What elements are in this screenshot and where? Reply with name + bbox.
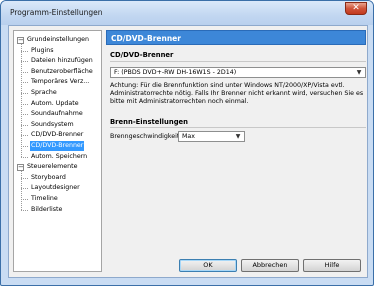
tree-connector	[21, 199, 28, 200]
tree-connector	[21, 82, 28, 84]
tree-connector	[21, 156, 28, 158]
burn-speed-value: Max	[182, 133, 196, 140]
tree-group[interactable]: Steuerelemente	[26, 162, 79, 172]
tree-item-label: Autom. Speichern	[31, 152, 88, 160]
tree-item[interactable]: CD/DVD-Brenner	[30, 130, 84, 140]
help-button[interactable]: Hilfe	[303, 259, 361, 272]
tree-item[interactable]: Layoutdesigner	[30, 183, 81, 193]
chevron-down-icon: ▼	[356, 69, 362, 76]
close-button[interactable]: ✕	[345, 2, 367, 15]
tree-item[interactable]: Autom. Speichern	[30, 152, 88, 162]
tree-connector	[21, 146, 28, 147]
tree-connector	[21, 50, 28, 52]
settings-tree[interactable]: − Grundeinstellungen Plugins Dateien hinzuf…	[13, 30, 102, 272]
tree-connector	[21, 44, 22, 157]
tree-item[interactable]: Timeline	[30, 194, 59, 204]
settings-window: Programm-Einstellungen ✕ − Grundeinstellu…	[0, 0, 374, 286]
tree-connector	[21, 135, 28, 137]
tree-connector	[21, 171, 22, 210]
tree-item-label: Storyboard	[31, 173, 66, 181]
help-button-label: Hilfe	[324, 261, 340, 269]
tree-connector	[21, 114, 28, 116]
tree-item-label: Autom. Update	[31, 99, 79, 107]
burner-device-value: F: (PBDS DVD+-RW DH-16W1S - 2D14)	[114, 69, 237, 76]
tree-item[interactable]: Soundsystem	[30, 120, 75, 130]
tree-item-label: Soundaufnahme	[31, 110, 83, 118]
tree-group-label: Grundeinstellungen	[27, 36, 90, 43]
tree-item-label: CD/DVD-Brenner	[30, 141, 85, 151]
tree-item-label: CD/DVD-Brenner	[31, 131, 84, 139]
tree-item[interactable]: Autom. Update	[30, 99, 80, 109]
title-bar[interactable]: Programm-Einstellungen ✕	[1, 1, 373, 25]
chevron-down-icon: ▼	[235, 133, 241, 140]
tree-item-label: Benutzeroberfläche	[31, 67, 93, 75]
tree-connector	[21, 71, 28, 73]
tree-item-label: Temporäres Verz...	[31, 78, 90, 86]
tree-group[interactable]: Grundeinstellungen	[26, 35, 90, 45]
tree-item[interactable]: Soundaufnahme	[30, 109, 84, 119]
tree-item[interactable]: Storyboard	[30, 173, 67, 183]
tree-connector	[21, 103, 28, 105]
cancel-button[interactable]: Abbrechen	[241, 259, 299, 272]
tree-item[interactable]: Temporäres Verz...	[30, 77, 90, 87]
tree-item[interactable]: Plugins	[30, 46, 55, 56]
tree-item-label: Timeline	[31, 195, 58, 202]
settings-panel: CD/DVD-Brenner CD/DVD-Brenner F: (PBDS D…	[106, 30, 366, 255]
cancel-button-label: Abbrechen	[252, 261, 288, 269]
ok-button-label: OK	[203, 261, 213, 269]
tree-item[interactable]: Sprache	[30, 88, 58, 98]
admin-rights-hint: Achtung: Für die Brennfunktion sind unte…	[110, 82, 364, 105]
tree-item[interactable]: Benutzeroberfläche	[30, 67, 94, 77]
panel-header: CD/DVD-Brenner	[106, 30, 366, 45]
tree-item-label: Bilderliste	[31, 205, 63, 213]
burner-device-select[interactable]: F: (PBDS DVD+-RW DH-16W1S - 2D14) ▼	[110, 67, 366, 78]
tree-connector	[21, 61, 28, 63]
tree-expander-1[interactable]: −	[17, 163, 24, 171]
close-icon: ✕	[352, 3, 360, 13]
tree-item-label: Sprache	[31, 89, 57, 96]
section-divider	[110, 61, 366, 62]
window-title: Programm-Einstellungen	[10, 8, 103, 17]
tree-group-label: Steuerelemente	[27, 163, 78, 171]
tree-connector	[21, 177, 28, 179]
tree-item-label: Layoutdesigner	[31, 184, 80, 192]
tree-item[interactable]: CD/DVD-Brenner	[30, 141, 85, 151]
tree-item-label: Dateien hinzufügen	[31, 57, 93, 65]
ok-button[interactable]: OK	[179, 259, 237, 272]
burn-speed-select[interactable]: Max ▼	[178, 131, 245, 142]
burn-speed-label: Brenngeschwindigkeit:	[110, 133, 182, 140]
tree-connector	[21, 209, 28, 211]
dialog-client-area: − Grundeinstellungen Plugins Dateien hinzuf…	[8, 25, 368, 278]
tree-item-label: Soundsystem	[31, 120, 74, 128]
tree-item[interactable]: Bilderliste	[30, 205, 63, 215]
tree-item-label: Plugins	[31, 46, 54, 54]
section-title-burn-settings: Brenn-Einstellungen	[110, 118, 189, 126]
tree-item[interactable]: Dateien hinzufügen	[30, 56, 94, 66]
section-title-burner: CD/DVD-Brenner	[110, 51, 174, 59]
tree-expander-0[interactable]: −	[17, 36, 24, 44]
tree-connector	[21, 93, 28, 94]
tree-connector	[21, 188, 28, 190]
tree-connector	[21, 124, 28, 126]
section-divider	[110, 127, 366, 128]
